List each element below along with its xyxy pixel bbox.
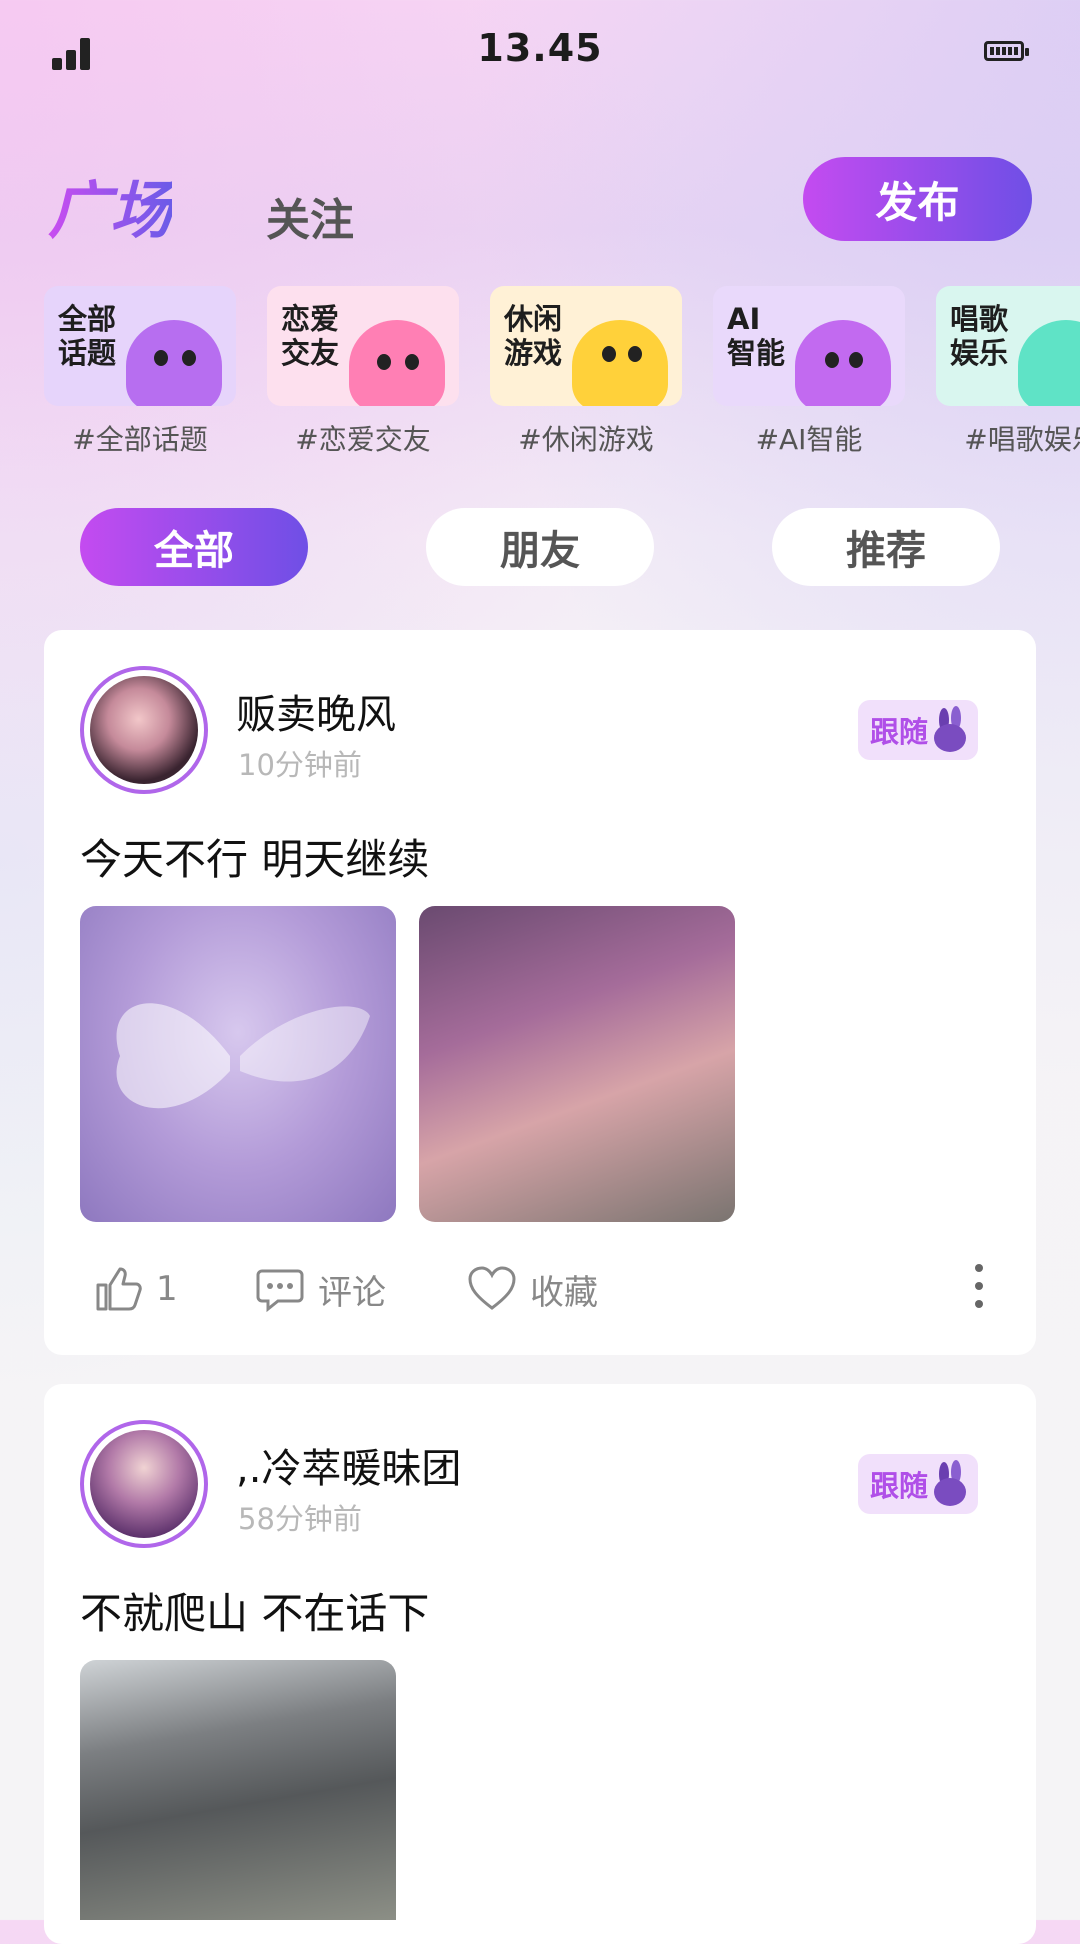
topic-card: 唱歌 娱乐 [936, 286, 1080, 406]
post-username[interactable]: 贩卖晚风 [236, 682, 396, 740]
tab-follow[interactable]: 关注 [266, 184, 354, 248]
mascot-icon [126, 320, 222, 406]
bunny-icon [934, 1460, 966, 1506]
topic-card: 恋爱 交友 [267, 286, 459, 406]
avatar[interactable] [80, 666, 208, 794]
topic-tag: #全部话题 [72, 423, 208, 456]
follow-label: 跟随 [870, 1469, 929, 1503]
comment-icon [256, 1269, 304, 1313]
tab-square[interactable]: 广场 [48, 160, 172, 250]
topic-singing[interactable]: 唱歌 娱乐 #唱歌娱乐 [936, 286, 1080, 458]
follow-button[interactable]: 跟随 [858, 700, 978, 760]
topic-card: 休闲 游戏 [490, 286, 682, 406]
favorite-label: 收藏 [530, 1272, 598, 1313]
butterfly-icon [116, 1003, 370, 1109]
bunny-icon [934, 706, 966, 752]
battery-icon [984, 41, 1029, 61]
filter-tab-all[interactable]: 全部 [80, 508, 308, 586]
post-image[interactable] [80, 906, 396, 1222]
topic-card: AI 智能 [713, 286, 905, 406]
follow-label: 跟随 [870, 715, 929, 749]
thumbs-up-icon [96, 1267, 142, 1311]
topic-tag: #AI智能 [755, 423, 863, 456]
post-text: 不就爬山 不在话下 [80, 1589, 430, 1638]
topic-tag: #唱歌娱乐 [964, 423, 1080, 456]
filter-tab-recommended[interactable]: 推荐 [772, 508, 1000, 586]
heart-icon [468, 1266, 516, 1310]
topic-love[interactable]: 恋爱 交友 #恋爱交友 [267, 286, 459, 458]
mascot-icon [795, 320, 891, 406]
post-card: ,.冷萃暖昧团 58分钟前 跟随 不就爬山 不在话下 [44, 1384, 1036, 1944]
post-image[interactable] [80, 1660, 396, 1920]
post-time: 58分钟前 [238, 1502, 362, 1536]
mascot-icon [349, 320, 445, 406]
topic-card: 全部 话题 [44, 286, 236, 406]
favorite-button[interactable]: 收藏 [466, 1254, 598, 1324]
post-actions: 1 评论 收藏 [44, 1254, 1036, 1324]
topic-tag: #恋爱交友 [295, 423, 431, 456]
avatar[interactable] [80, 1420, 208, 1548]
topic-all[interactable]: 全部 话题 #全部话题 [44, 286, 236, 458]
post-card: 贩卖晚风 10分钟前 跟随 今天不行 明天继续 1 评论 收藏 [44, 630, 1036, 1355]
more-options-icon[interactable] [974, 1264, 984, 1314]
mascot-icon [572, 320, 668, 406]
comment-label: 评论 [318, 1272, 386, 1313]
post-image[interactable] [419, 906, 735, 1222]
comment-button[interactable]: 评论 [254, 1254, 386, 1324]
publish-button[interactable]: 发布 [803, 157, 1032, 241]
topic-tag: #休闲游戏 [518, 423, 654, 456]
topic-ai[interactable]: AI 智能 #AI智能 [713, 286, 905, 458]
follow-button[interactable]: 跟随 [858, 1454, 978, 1514]
filter-tab-friends[interactable]: 朋友 [426, 508, 654, 586]
topic-games[interactable]: 休闲 游戏 #休闲游戏 [490, 286, 682, 458]
post-username[interactable]: ,.冷萃暖昧团 [236, 1436, 461, 1494]
like-count: 1 [156, 1269, 178, 1309]
topic-carousel[interactable]: 全部 话题 #全部话题 恋爱 交友 #恋爱交友 休闲 游戏 #休闲游戏 AI 智… [44, 286, 1080, 466]
post-time: 10分钟前 [238, 748, 362, 782]
like-button[interactable]: 1 [92, 1254, 178, 1324]
status-bar: 13.45 [0, 0, 1080, 100]
status-time: 13.45 [477, 26, 603, 70]
post-text: 今天不行 明天继续 [80, 835, 430, 884]
